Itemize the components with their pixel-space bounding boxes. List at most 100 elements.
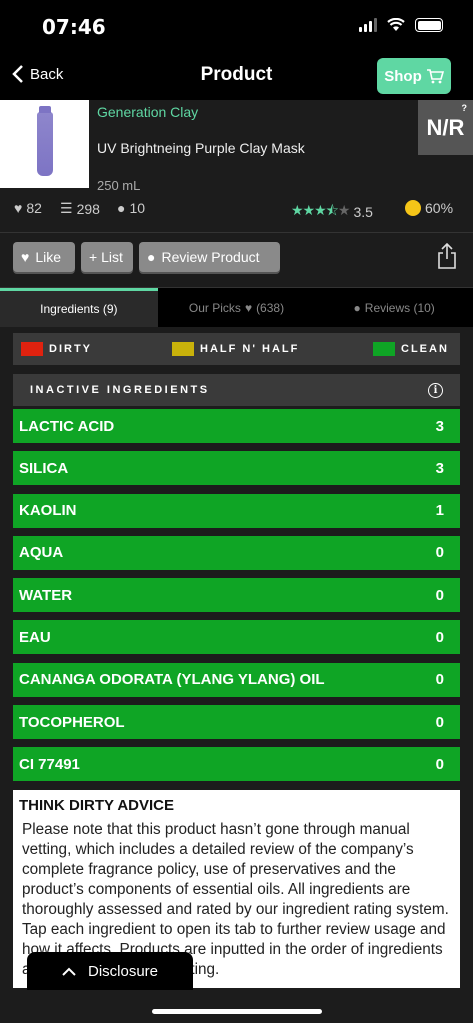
wifi-icon [387, 18, 405, 31]
shop-label: Shop [384, 67, 422, 85]
share-icon[interactable] [437, 243, 457, 269]
tab-bar: Ingredients (9) Our Picks ♥ (638) ● Revi… [0, 287, 473, 327]
comment-icon: ● [147, 249, 156, 265]
star-rating: ★★★⯪★ [291, 202, 350, 218]
comments-stat: ● 10 [117, 200, 145, 216]
status-icons [359, 18, 443, 32]
rating-stat: ★★★⯪★ 3.5 [291, 200, 373, 224]
ingredient-name: AQUA [19, 544, 64, 562]
ingredient-name: CI 77491 [19, 755, 80, 773]
heart-icon: ♥ [14, 200, 23, 216]
nav-bar: Back Product Shop [0, 54, 473, 100]
tab-ingredients-label: Ingredients (9) [40, 302, 118, 316]
ingredient-score: 3 [435, 459, 444, 477]
tab-reviews[interactable]: ● Reviews (10) [315, 288, 473, 327]
lists-stat: ☰ 298 [60, 200, 100, 217]
shop-button[interactable]: Shop [377, 58, 451, 94]
ingredient-name: LACTIC ACID [19, 417, 115, 435]
stats-row: ♥ 82 ☰ 298 ● 10 ★★★⯪★ 3.5 60% [0, 196, 473, 224]
ingredient-row[interactable]: LACTIC ACID 3 [13, 409, 460, 443]
ingredient-score: 3 [435, 417, 444, 435]
signal-icon [359, 18, 377, 32]
status-bar: 07:46 [0, 0, 473, 54]
ingredient-list: LACTIC ACID 3 SILICA 3 KAOLIN 1 AQUA 0 WATER… [13, 409, 460, 782]
ingredient-score: 0 [435, 755, 444, 773]
ingredient-name: WATER [19, 586, 73, 604]
ingredient-name: CANANGA ODORATA (YLANG YLANG) OIL [19, 671, 325, 689]
battery-icon [415, 18, 443, 32]
legend-swatch [21, 342, 43, 356]
tab-ingredients[interactable]: Ingredients (9) [0, 288, 158, 327]
tab-our-picks[interactable]: Our Picks ♥ (638) [158, 288, 316, 327]
ingredient-score: 0 [435, 544, 444, 562]
action-row: ♥ Like + List ● Review Product [0, 233, 473, 287]
comments-count: 10 [129, 200, 146, 216]
product-image [0, 100, 89, 188]
legend-label: DIRTY [49, 343, 92, 355]
tab-reviews-label: Reviews (10) [364, 300, 435, 315]
home-indicator[interactable] [152, 1009, 322, 1014]
lists-count: 298 [76, 200, 100, 217]
advice-title: THINK DIRTY ADVICE [19, 796, 175, 814]
info-icon[interactable]: i [428, 382, 443, 398]
ingredient-row[interactable]: CI 77491 0 [13, 747, 460, 782]
rating-badge[interactable]: N/R ? [418, 100, 473, 155]
list-icon: ☰ [60, 200, 73, 216]
add-list-button[interactable]: + List [81, 242, 133, 272]
product-brand[interactable]: Generation Clay [97, 104, 198, 120]
likes-stat: ♥ 82 [14, 200, 42, 216]
ingredient-name: SILICA [19, 459, 69, 477]
ingredient-score: 1 [435, 502, 444, 520]
ingredient-score: 0 [435, 671, 444, 689]
legend-clean: CLEAN [373, 342, 449, 356]
disclosure-button[interactable]: Disclosure [27, 952, 193, 990]
ingredient-score: 0 [435, 586, 444, 604]
legend-swatch [172, 342, 194, 356]
legend-label: HALF N' HALF [200, 343, 300, 355]
help-icon: ? [461, 103, 468, 113]
smiley-icon [405, 200, 421, 216]
heart-icon: ♥ [21, 249, 30, 265]
rating-value: 3.5 [353, 204, 373, 220]
ingredient-score: 0 [435, 713, 444, 731]
ingredient-name: KAOLIN [19, 502, 77, 520]
like-label: Like [35, 249, 61, 265]
legend-half: HALF N' HALF [172, 342, 299, 356]
ingredient-row[interactable]: WATER 0 [13, 578, 460, 613]
ingredient-row[interactable]: KAOLIN 1 [13, 493, 460, 528]
review-button[interactable]: ● Review Product [139, 242, 280, 272]
ingredient-row[interactable]: CANANGA ODORATA (YLANG YLANG) OIL 0 [13, 662, 460, 697]
comment-icon: ● [353, 300, 361, 315]
heart-icon: ♥ [244, 300, 253, 315]
section-title: INACTIVE INGREDIENTS [30, 384, 210, 396]
tab-our-picks-count: (638) [256, 300, 285, 315]
disclosure-label: Disclosure [87, 962, 159, 980]
like-button[interactable]: ♥ Like [13, 242, 75, 272]
add-list-label: + List [89, 249, 123, 265]
ingredient-row[interactable]: TOCOPHEROL 0 [13, 705, 460, 740]
legend-swatch [373, 342, 395, 356]
ingredient-name: TOCOPHEROL [19, 713, 125, 731]
comment-icon: ● [117, 200, 126, 216]
status-time: 07:46 [42, 15, 106, 39]
ingredient-row[interactable]: SILICA 3 [13, 451, 460, 486]
product-header: Generation Clay UV Brightneing Purple Cl… [0, 100, 473, 196]
tab-our-picks-label: Our Picks [188, 300, 241, 315]
section-header: INACTIVE INGREDIENTS i [13, 374, 460, 406]
cart-icon [426, 69, 444, 84]
legend-label: CLEAN [401, 343, 449, 355]
ingredient-row[interactable]: AQUA 0 [13, 535, 460, 570]
review-label: Review Product [161, 249, 260, 265]
home-indicator-bar [0, 990, 473, 1023]
legend-dirty: DIRTY [21, 342, 92, 356]
product-volume: 250 mL [97, 178, 141, 193]
rating-legend: DIRTY HALF N' HALF CLEAN [13, 333, 460, 365]
product-name: UV Brightneing Purple Clay Mask [97, 140, 305, 156]
ingredient-name: EAU [19, 628, 51, 646]
chevron-up-icon [62, 967, 76, 976]
ingredient-score: 0 [435, 628, 444, 646]
ingredient-row[interactable]: EAU 0 [13, 620, 460, 655]
approval-stat: 60% [405, 200, 453, 216]
likes-count: 82 [26, 200, 42, 216]
rating-badge-label: N/R [426, 114, 465, 140]
